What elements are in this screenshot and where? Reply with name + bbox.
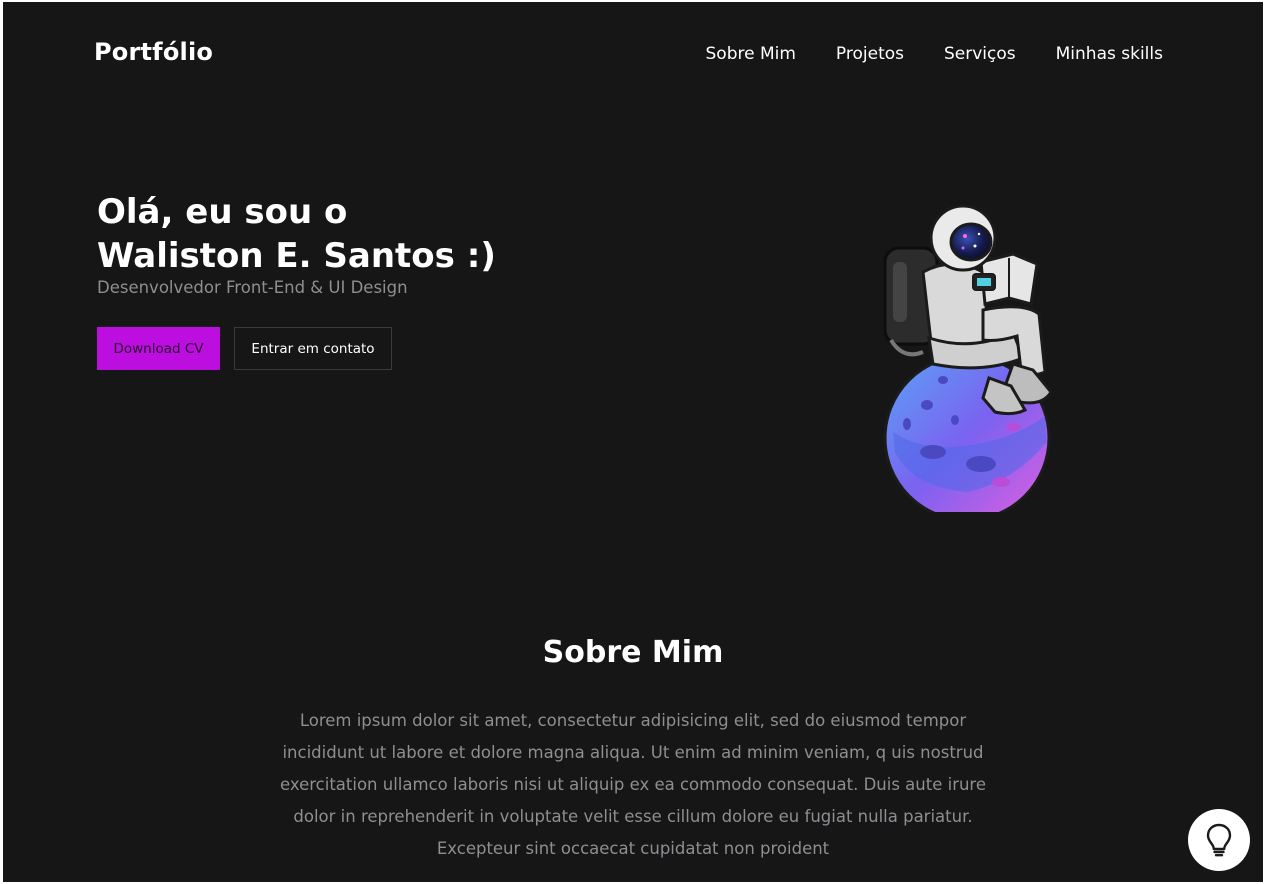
page: Portfólio Sobre Mim Projetos Serviços Mi… (3, 2, 1263, 882)
hero-title: Olá, eu sou o Waliston E. Santos :) (97, 190, 496, 278)
nav-projetos[interactable]: Projetos (836, 44, 904, 64)
nav-servicos[interactable]: Serviços (944, 44, 1016, 64)
nav-sobre-mim[interactable]: Sobre Mim (706, 44, 796, 64)
hero-title-line1: Olá, eu sou o (97, 192, 348, 232)
lightbulb-icon (1206, 823, 1232, 857)
nav-minhas-skills[interactable]: Minhas skills (1056, 44, 1163, 64)
helmet-shape (929, 204, 997, 272)
hero-title-line2: Waliston E. Santos :) (97, 236, 496, 276)
logo[interactable]: Portfólio (94, 38, 213, 66)
main-nav: Sobre Mim Projetos Serviços Minhas skill… (706, 44, 1164, 64)
hero-subtitle: Desenvolvedor Front-End & UI Design (97, 278, 408, 297)
contact-button[interactable]: Entrar em contato (234, 327, 392, 370)
download-cv-button[interactable]: Download CV (97, 327, 220, 370)
help-button[interactable] (1188, 809, 1250, 871)
astronaut-illustration (883, 204, 1053, 512)
about-text: Lorem ipsum dolor sit amet, consectetur … (279, 711, 987, 858)
about-title: Sobre Mim (542, 635, 724, 670)
